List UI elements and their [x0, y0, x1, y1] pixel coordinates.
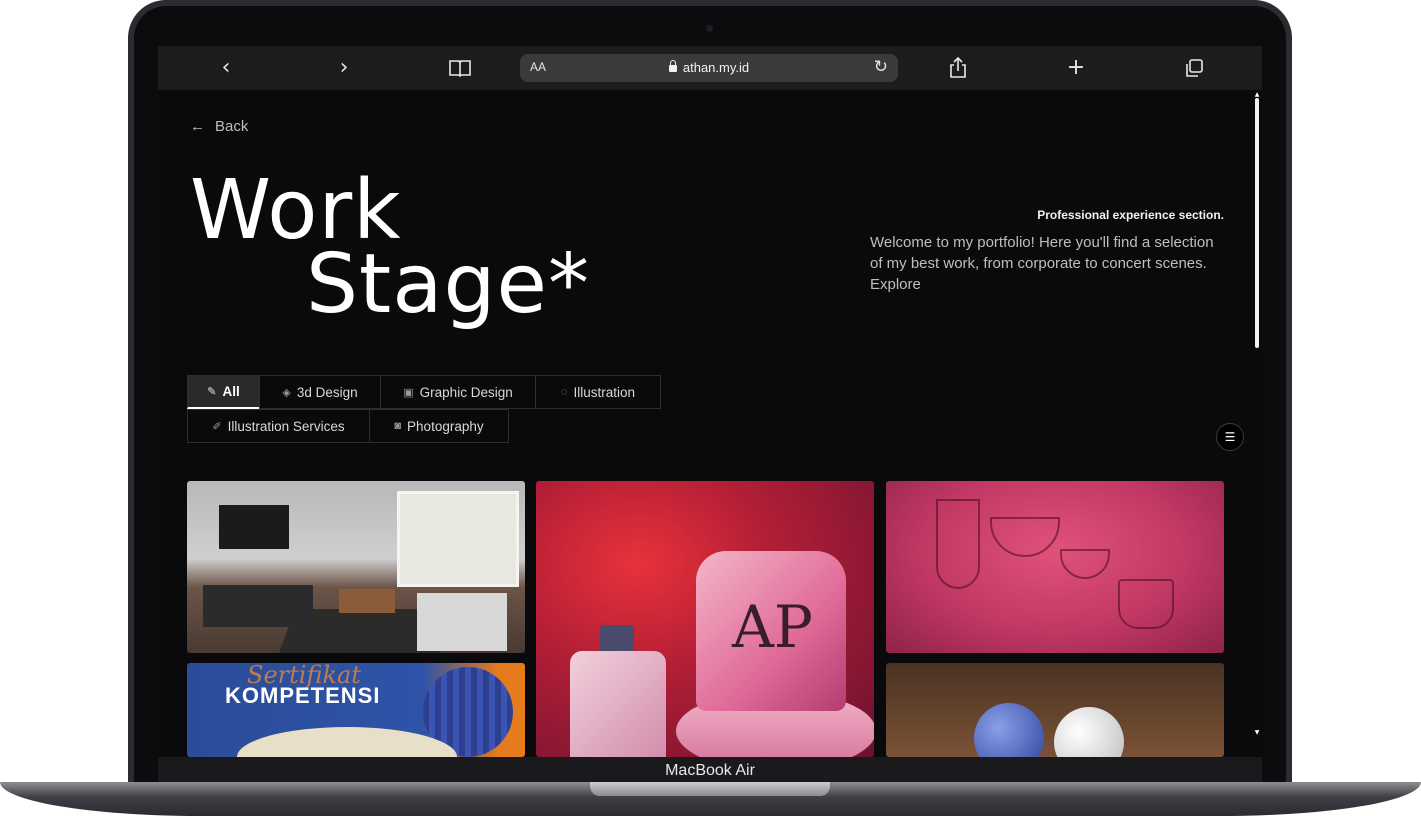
url-text: athan.my.id [520, 60, 898, 75]
scroll-down-icon[interactable]: ▼ [1254, 730, 1260, 736]
filter-tab-graphic-design[interactable]: ▣ Graphic Design [380, 375, 536, 409]
filter-tab-all[interactable]: ✎ All [187, 375, 260, 409]
lock-icon [668, 60, 677, 72]
back-label: Back [215, 118, 249, 135]
section-label: Professional experience section. [1037, 208, 1224, 222]
browser-screen: ‹ › AA athan.my.id ↻ + ← Back Work Stage*… [158, 46, 1262, 757]
filter-tab-illustration-services[interactable]: ✐ Illustration Services [187, 409, 370, 443]
share-icon[interactable] [944, 55, 972, 81]
magic-wand-icon: ✎ [207, 386, 217, 398]
gallery-item-balls[interactable] [886, 663, 1224, 757]
gallery-item-certificate[interactable]: Sertifikat KOMPETENSI [187, 663, 525, 757]
wine-glass-shape [936, 499, 980, 589]
filter-label: Graphic Design [419, 384, 513, 400]
gallery-item-glasses[interactable] [886, 481, 1224, 653]
tabs-overview-icon[interactable] [1180, 55, 1208, 81]
intro-text: Welcome to my portfolio! Here you'll fin… [870, 234, 1214, 293]
browser-toolbar: ‹ › AA athan.my.id ↻ + [158, 46, 1262, 90]
address-bar[interactable]: AA athan.my.id ↻ [520, 54, 898, 82]
tv-shape [219, 505, 289, 549]
filter-settings-icon[interactable]: ☰ [1216, 423, 1244, 451]
camera-icon: ◙ [394, 420, 402, 432]
gallery-item-perfume[interactable]: AP [536, 481, 874, 757]
page-title-line2: Stage* [306, 237, 590, 332]
laptop-chin: MacBook Air [158, 757, 1262, 785]
filter-label: 3d Design [296, 384, 358, 400]
martini-glass-shape [990, 517, 1060, 557]
perfume-logo: AP [732, 593, 813, 661]
cert-wave-shape [237, 727, 457, 757]
cube-icon: ◈ [282, 386, 291, 399]
camera-icon [706, 25, 713, 32]
device-label: MacBook Air [665, 762, 755, 779]
filter-tab-photography[interactable]: ◙ Photography [369, 409, 509, 443]
palette-icon: ◌ [560, 386, 568, 398]
cabinet-shape [203, 585, 313, 627]
image-icon: ▣ [403, 386, 414, 399]
pen-icon: ✐ [212, 420, 222, 433]
cert-title: KOMPETENSI [225, 683, 381, 708]
blue-ball-shape [974, 703, 1044, 757]
perfume-bottle-small [570, 651, 666, 757]
reload-icon[interactable]: ↻ [874, 57, 888, 77]
new-tab-icon[interactable]: + [1062, 55, 1090, 81]
window-shape [397, 491, 519, 587]
filter-tab-illustration[interactable]: ◌ Illustration [535, 375, 661, 409]
white-ball-shape [1054, 707, 1124, 757]
back-link[interactable]: ← Back [190, 118, 248, 135]
arrow-left-icon: ← [190, 118, 205, 135]
forward-nav-icon[interactable]: › [330, 55, 358, 81]
device-mockup: ‹ › AA athan.my.id ↻ + ← Back Work Stage*… [0, 0, 1421, 816]
url-label: athan.my.id [682, 60, 750, 75]
bookmarks-icon[interactable] [446, 55, 474, 81]
filter-label: All [222, 384, 240, 399]
filter-label: Illustration [573, 384, 636, 400]
coffee-table-shape [339, 589, 395, 613]
gallery-item-living-room[interactable] [187, 481, 525, 653]
filter-label: Illustration Services [227, 418, 345, 434]
filter-tab-3d-design[interactable]: ◈ 3d Design [259, 375, 381, 409]
back-nav-icon[interactable]: ‹ [212, 55, 240, 81]
filter-label: Photography [407, 418, 484, 434]
bottle-cap-shape [600, 625, 634, 653]
tumbler-shape [1118, 579, 1174, 629]
sofa-shape [417, 593, 507, 651]
perfume-bottle-large: AP [696, 551, 846, 711]
laptop-notch [590, 782, 830, 796]
scrollbar-thumb[interactable] [1255, 98, 1259, 348]
cocktail-glass-shape [1060, 549, 1110, 579]
